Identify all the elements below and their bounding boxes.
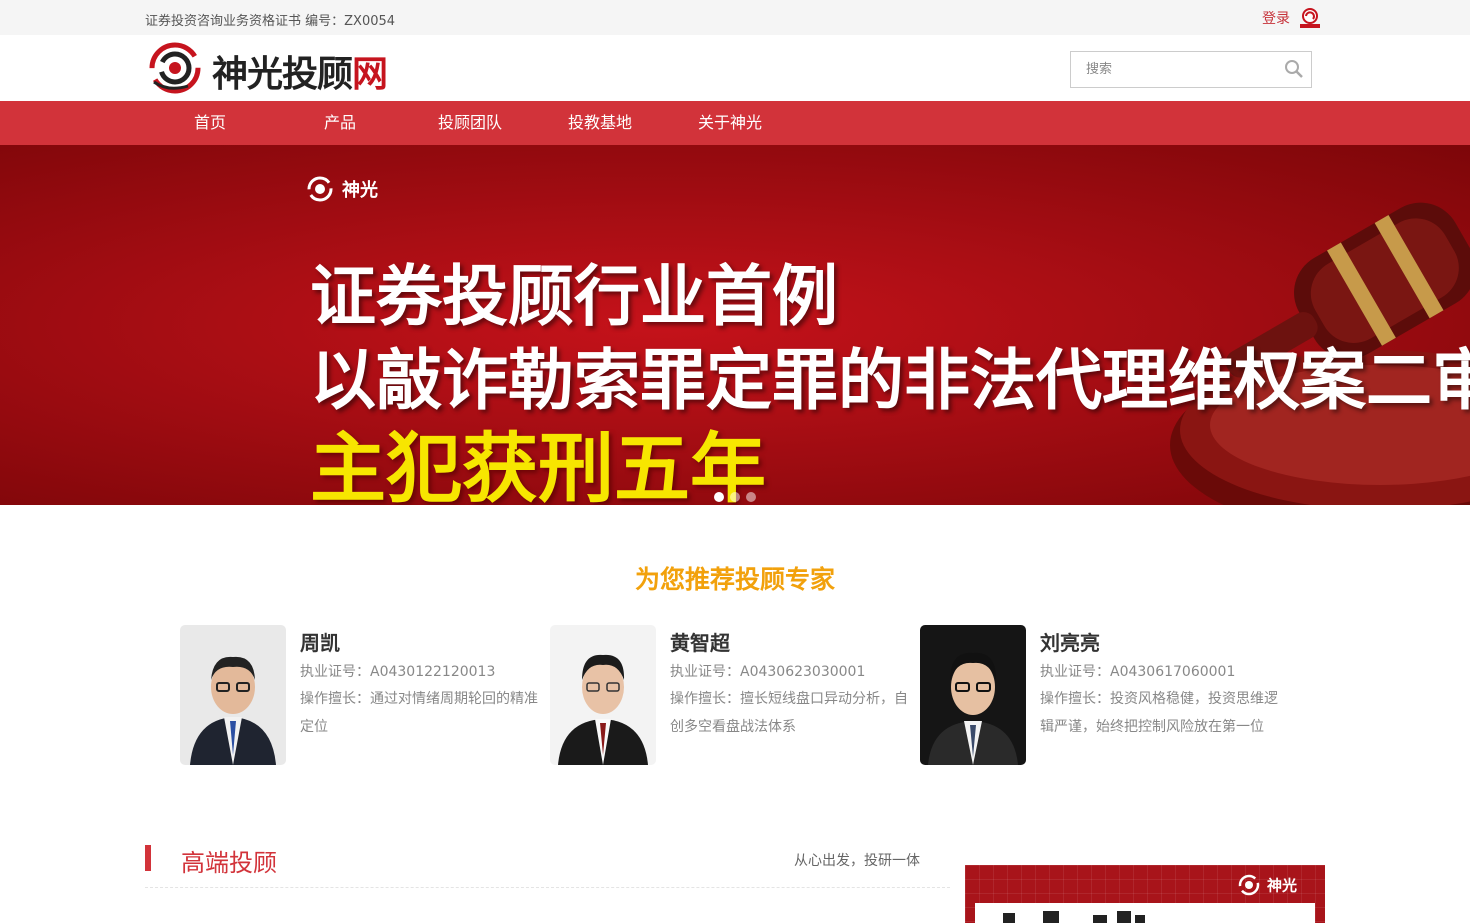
nav-item-home[interactable]: 首页 [180,101,240,145]
section-divider [145,887,950,888]
nav-item-education[interactable]: 投教基地 [560,101,640,145]
logo-text[interactable]: 神光投顾网 [212,45,388,97]
expert-card[interactable]: 周凯 执业证号：A0430122120013 操作擅长：通过对情绪周期轮回的精准… [180,625,550,765]
search-box [1070,51,1312,88]
carousel-dot-3[interactable] [746,492,756,502]
side-ad-banner[interactable]: 神光 [965,865,1325,923]
expert-photo[interactable] [920,625,1026,765]
expert-license: 执业证号：A0430617060001 [1040,664,1236,680]
section-accent-bar [145,845,151,871]
ad-inner-panel [975,903,1315,923]
banner-headline-1: 证券投顾行业首例 [310,257,838,335]
nav-item-team[interactable]: 投顾团队 [430,101,510,145]
ad-brand-text: 神光 [1267,876,1298,895]
expert-card[interactable]: 黄智超 执业证号：A0430623030001 操作擅长：擅长短线盘口异动分析，… [550,625,920,765]
nav-item-about[interactable]: 关于神光 [690,101,770,145]
top-bar: 证券投资咨询业务资格证书 编号：ZX0054 登录 [0,0,1470,35]
search-input[interactable] [1071,52,1271,87]
main-nav: 首页 产品 投顾团队 投教基地 关于神光 [0,101,1470,145]
expert-photo[interactable] [550,625,656,765]
expert-name: 黄智超 [670,631,730,655]
carousel-dots [714,487,762,505]
ad-brand: 神光 [1237,873,1297,897]
logo-swirl-icon[interactable] [148,42,202,94]
site-header: 神光投顾网 [0,35,1470,101]
expert-specialty: 操作擅长：通过对情绪周期轮回的精准定位 [300,691,538,735]
high-end-slogan: 从心出发，投研一体 [794,853,920,869]
experts-section-title: 为您推荐投顾专家 [634,565,835,594]
banner-brand-text: 神光 [342,180,378,201]
expert-specialty: 操作擅长：投资风格稳健，投资思维逻辑严谨，始终把控制风险放在第一位 [1040,691,1278,735]
carousel-dot-1[interactable] [714,492,724,502]
certificate-text: 证券投资咨询业务资格证书 编号：ZX0054 [145,14,396,29]
nav-item-products[interactable]: 产品 [310,101,370,145]
search-icon[interactable] [1284,59,1304,79]
expert-name: 刘亮亮 [1040,631,1100,655]
logo-text-main: 神光投顾 [212,53,353,95]
expert-license: 执业证号：A0430122120013 [300,664,496,680]
login-link[interactable]: 登录 [1262,8,1290,28]
banner-headline-3: 主犯获刑五年 [310,424,766,505]
banner-logo-icon [307,176,333,202]
logo-text-suffix: 网 [352,53,388,95]
page: 证券投资咨询业务资格证书 编号：ZX0054 登录 神光投顾网 搜索 首页 产品… [0,0,1470,923]
high-end-title: 高端投顾 [181,849,277,877]
hero-banner[interactable]: 神光 证券投顾行业首例 以敲诈勒索罪定罪的非法代理维权案二审 主犯获刑五年 [0,145,1470,505]
expert-specialty: 操作擅长：擅长短线盘口异动分析，自创多空看盘战法体系 [670,691,908,735]
ad-chart-graphic [1003,911,1145,923]
expert-name: 周凯 [300,631,340,655]
expert-card[interactable]: 刘亮亮 执业证号：A0430617060001 操作擅长：投资风格稳健，投资思维… [920,625,1290,765]
banner-brand: 神光 [306,175,378,203]
expert-photo[interactable] [180,625,286,765]
ad-logo-icon [1238,874,1260,896]
user-badge-icon[interactable] [1298,7,1322,29]
carousel-dot-2[interactable] [730,492,740,502]
expert-license: 执业证号：A0430623030001 [670,664,866,680]
